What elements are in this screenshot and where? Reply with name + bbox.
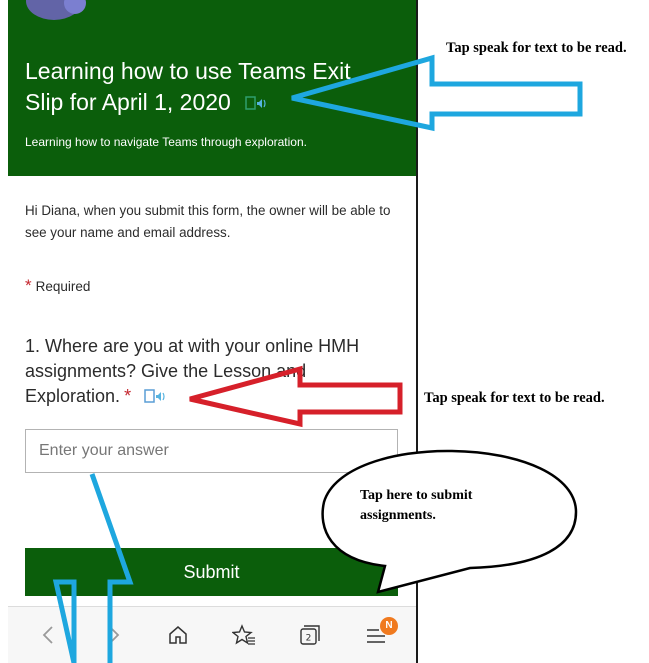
profile-badge: N: [380, 617, 398, 635]
phone-screen: Learning how to use Teams Exit Slip for …: [8, 0, 418, 663]
question-text: 1. Where are you at with your online HMH…: [25, 336, 360, 406]
annotation-title-note: Tap speak for text to be read.: [446, 40, 627, 56]
annotation-question-note: Tap speak for text to be read.: [424, 390, 605, 406]
required-label: Required: [35, 279, 91, 294]
form-header: Learning how to use Teams Exit Slip for …: [8, 0, 416, 176]
form-subtitle: Learning how to navigate Teams through e…: [25, 135, 307, 149]
privacy-notice: Hi Diana, when you submit this form, the…: [25, 203, 391, 240]
browser-bottom-bar: 2: [8, 606, 416, 663]
question-1: 1. Where are you at with your online HMH…: [25, 334, 395, 409]
tabs-count: 2: [306, 634, 312, 644]
immersive-reader-icon[interactable]: [144, 388, 166, 406]
home-icon[interactable]: [164, 621, 192, 649]
immersive-reader-icon[interactable]: [245, 95, 267, 113]
answer-input[interactable]: [25, 429, 398, 473]
tabs-icon[interactable]: 2: [296, 621, 324, 649]
forward-icon[interactable]: [100, 621, 128, 649]
submit-button[interactable]: Submit: [25, 548, 398, 596]
required-indicator: * Required: [25, 276, 90, 296]
back-icon[interactable]: [34, 621, 62, 649]
question-required-star: *: [124, 386, 132, 406]
annotation-submit-note: Tap here to submit assignments.: [360, 488, 473, 523]
form-title: Learning how to use Teams Exit Slip for …: [25, 56, 385, 118]
required-star: *: [25, 276, 32, 295]
favorites-icon[interactable]: [230, 621, 258, 649]
form-title-text: Learning how to use Teams Exit Slip for …: [25, 58, 351, 115]
